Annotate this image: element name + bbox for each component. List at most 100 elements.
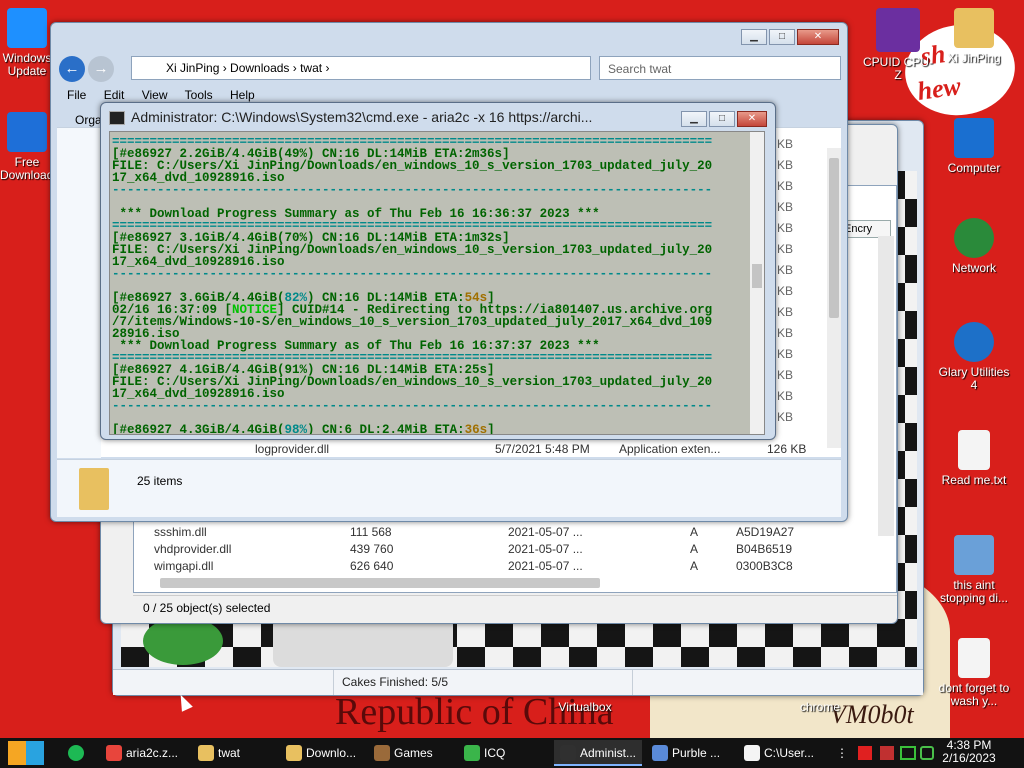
desktop-icon-network[interactable]: Network (936, 218, 1012, 275)
back-arrow-icon[interactable]: ← (59, 56, 85, 82)
table-row[interactable]: vhdprovider.dll 439 760 2021-05-07 ... A… (154, 542, 854, 559)
taskbar-item[interactable]: Downlo... (280, 740, 364, 766)
breadcrumb-item[interactable]: twat (300, 61, 322, 75)
table-row[interactable]: logprovider.dll 5/7/2021 5:48 PM Applica… (255, 442, 815, 459)
desktop-icon-label: Xi JinPing (947, 51, 1001, 65)
close-button[interactable]: ✕ (797, 29, 839, 45)
navigation-pane[interactable] (57, 128, 101, 458)
user-folder-icon (954, 8, 994, 48)
clock-date: 2/16/2023 (942, 751, 996, 765)
desktop-icon-windows-update[interactable]: Windows Update (0, 8, 54, 78)
desktop-icon-disk[interactable]: this aint stopping di... (936, 535, 1012, 605)
cmd-scrollbar[interactable] (750, 132, 764, 434)
minimize-button[interactable]: ▁ (741, 29, 767, 45)
console-separator: ----------------------------------------… (112, 267, 713, 281)
taskbar: aria2c.z... twat Downlo... Games ICQ Administ… (0, 738, 1024, 768)
desktop-label-chrome[interactable]: chrome (790, 700, 850, 714)
console-percent: 98% (284, 423, 308, 435)
console-separator: ----------------------------------------… (112, 183, 713, 197)
file-size-cell: 126 KB (767, 442, 807, 456)
desktop-icon-label: Free Download... (0, 155, 64, 182)
console-eta: 36s (464, 423, 488, 435)
console-notice-line: /7/items/Windows-10-S/en_windows_10_s_ve… (112, 315, 713, 329)
archive-status-bar: 0 / 25 object(s) selected (133, 595, 897, 619)
desktop-icon-label: Glary Utilities 4 (938, 365, 1010, 392)
glary-utilities-icon (954, 322, 994, 362)
console-text: ] (487, 423, 495, 435)
cpu-z-icon (876, 8, 920, 52)
desktop-icon-cpuz[interactable]: CPUID CPU-Z (860, 8, 936, 82)
menu-item-view[interactable]: View (142, 88, 168, 102)
file-name-cell: logprovider.dll (255, 442, 330, 456)
flag-icon[interactable] (858, 746, 872, 760)
desktop-icon-glary-utilities[interactable]: Glary Utilities 4 (936, 322, 1012, 392)
archive-scrollbar[interactable] (878, 236, 894, 536)
taskbar-item[interactable]: ICQ (458, 740, 550, 766)
archive-horizontal-scrollbar[interactable] (160, 578, 600, 588)
spotify-icon[interactable] (68, 745, 84, 761)
menu-item-file[interactable]: File (67, 88, 86, 102)
cmd-icon (109, 111, 125, 125)
search-input[interactable]: Search twat (599, 56, 841, 80)
purble-icon (652, 745, 668, 761)
more-icon[interactable]: ⋮ (836, 746, 848, 760)
folder-icon (286, 745, 302, 761)
file-size-cell: 439 760 (350, 542, 394, 556)
minimize-button[interactable]: ▁ (681, 111, 707, 127)
taskbar-item[interactable]: twat (192, 740, 276, 766)
desktop-icon-user-folder[interactable]: Xi JinPing (936, 8, 1012, 65)
desktop-icon-label: this aint stopping di... (939, 578, 1009, 605)
breadcrumb-item[interactable]: Downloads (230, 61, 289, 75)
menu-item-tools[interactable]: Tools (185, 88, 213, 102)
desktop-icon-computer[interactable]: Computer (936, 118, 1012, 175)
table-row[interactable]: wimgapi.dll 626 640 2021-05-07 ... A 030… (154, 559, 854, 576)
taskbar-item[interactable]: C:\User... (738, 740, 828, 766)
taskbar-item[interactable]: Games (368, 740, 454, 766)
volume-icon[interactable] (920, 746, 934, 760)
organize-button[interactable]: Orga (75, 113, 102, 127)
breadcrumb-item[interactable]: Xi JinPing (166, 61, 219, 75)
explorer-scrollbar[interactable] (827, 148, 841, 448)
game-status-bar: Cakes Finished: 5/5 (113, 669, 923, 695)
chrome-icon (106, 745, 122, 761)
desktop-icon-free-download[interactable]: Free Download... (0, 112, 64, 182)
forward-arrow-icon[interactable]: → (88, 56, 114, 82)
maximize-button[interactable]: □ (709, 111, 735, 127)
network-icon[interactable] (900, 746, 916, 760)
cmd-console-output[interactable]: ========================================… (109, 131, 765, 435)
cmd-window[interactable]: Administrator: C:\Windows\System32\cmd.e… (100, 102, 776, 440)
taskbar-item[interactable]: aria2c.z... (100, 740, 188, 766)
menu-item-edit[interactable]: Edit (104, 88, 125, 102)
explorer-menu-bar: File Edit View Tools Help (67, 88, 255, 102)
seven-zip-icon (744, 745, 760, 761)
desktop-label-virtualbox[interactable]: Virtualbox (540, 700, 630, 714)
maximize-button[interactable]: □ (769, 29, 795, 45)
desktop-icon-readme[interactable]: Read me.txt (936, 430, 1012, 487)
desktop-icon-label: Windows Update (2, 51, 52, 78)
folder-icon (79, 468, 109, 510)
desktop-icon-calendar-file[interactable]: dont forget to wash y... (936, 638, 1012, 708)
table-row[interactable]: ssshim.dll 111 568 2021-05-07 ... A A5D1… (154, 525, 854, 542)
file-date-cell: 2021-05-07 ... (508, 559, 583, 573)
file-name-cell: vhdprovider.dll (154, 542, 232, 556)
console-text: ) CN:6 DL:2.4MiB ETA: (307, 423, 465, 435)
windows-logo-icon (7, 8, 47, 48)
start-button[interactable] (8, 741, 44, 765)
close-button[interactable]: ✕ (737, 111, 767, 127)
calendar-file-icon (958, 638, 990, 678)
console-text: [#e86927 4.3GiB/4.4GiB( (112, 423, 285, 435)
scrollbar-thumb[interactable] (829, 158, 839, 318)
taskbar-item[interactable]: Purble ... (646, 740, 734, 766)
breadcrumb[interactable]: Xi JinPing › Downloads › twat › (131, 56, 591, 80)
taskbar-item-label: ICQ (484, 746, 506, 760)
scrollbar-thumb[interactable] (752, 264, 762, 288)
clock[interactable]: 4:38 PM 2/16/2023 (938, 739, 1000, 765)
file-date-cell: 5/7/2021 5:48 PM (495, 442, 590, 456)
taskbar-item-label: Administ... (580, 746, 637, 760)
taskbar-item[interactable]: Administ... (554, 740, 642, 766)
security-icon[interactable] (880, 746, 894, 760)
network-globe-icon (954, 218, 994, 258)
explorer-window-controls: ▁ □ ✕ (741, 29, 839, 45)
menu-item-help[interactable]: Help (230, 88, 255, 102)
download-shield-icon (7, 112, 47, 152)
